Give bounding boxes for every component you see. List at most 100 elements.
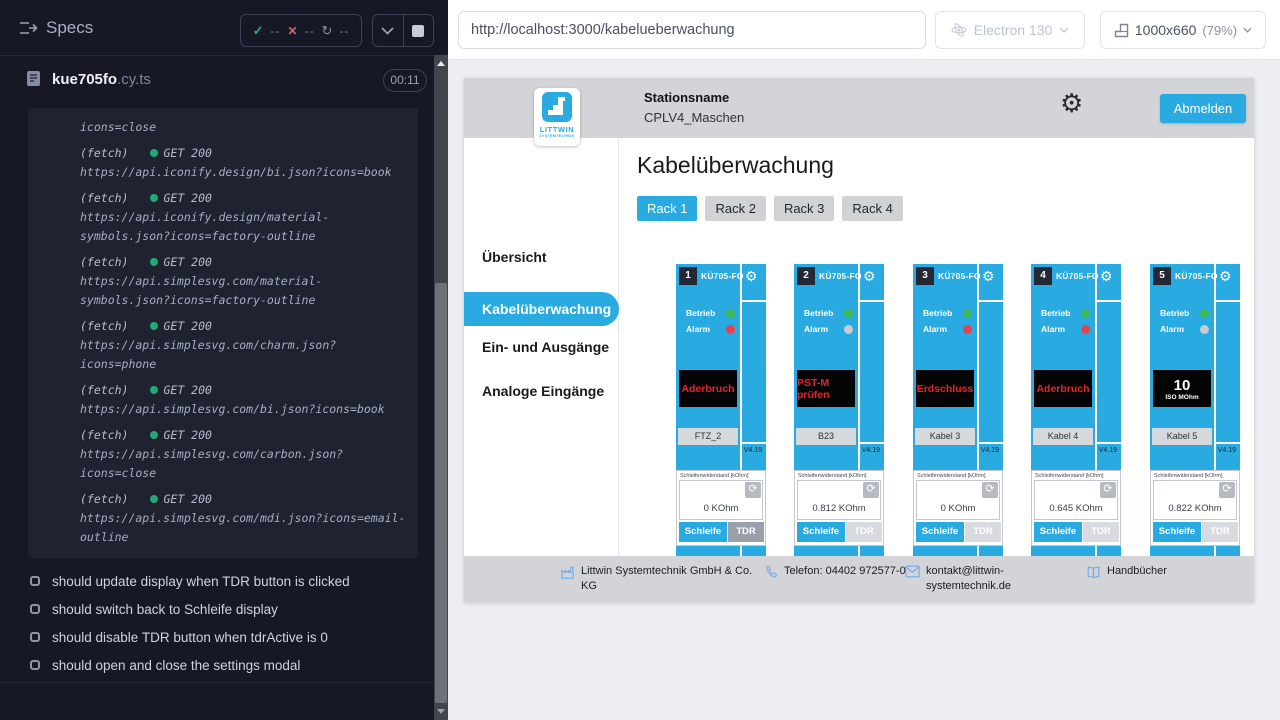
slot-number-badge: 3 xyxy=(916,267,934,285)
log-entry[interactable]: (fetch)GET 200 https://api.simplesvg.com… xyxy=(80,426,418,483)
device-settings-icon[interactable]: ⚙ xyxy=(863,269,876,283)
cable-name: Kabel 4 xyxy=(1033,428,1093,445)
test-item[interactable]: should open and close the settings modal xyxy=(0,654,434,682)
app-footer: Littwin Systemtechnik GmbH & Co. KG Tele… xyxy=(464,556,1254,602)
test-item[interactable]: should disable TDR button when tdrActive… xyxy=(0,626,434,654)
log-url: https://api.simplesvg.com/charm.json?ico… xyxy=(80,336,410,374)
tab-rack-3[interactable]: Rack 3 xyxy=(774,196,834,221)
browser-select[interactable]: Electron 130 xyxy=(935,11,1085,49)
status-display: Aderbruch xyxy=(1034,370,1092,407)
slot-number-badge: 5 xyxy=(1153,267,1171,285)
command-log: icons=close (fetch)GET 200 https://api.i… xyxy=(28,108,418,558)
log-entry[interactable]: (fetch)GET 200 https://api.iconify.desig… xyxy=(80,189,418,246)
sidebar-item-uebersicht[interactable]: Übersicht xyxy=(464,244,619,270)
url-input[interactable] xyxy=(458,11,926,49)
status-display: 10ISO MOhm xyxy=(1153,370,1211,407)
tab-rack-1[interactable]: Rack 1 xyxy=(637,196,697,221)
log-url: https://api.simplesvg.com/carbon.json?ic… xyxy=(80,445,410,483)
tdr-button[interactable]: TDR xyxy=(728,522,764,542)
tdr-button[interactable]: TDR xyxy=(846,522,882,542)
tab-rack-4[interactable]: Rack 4 xyxy=(842,196,902,221)
book-icon xyxy=(1086,565,1101,580)
sidebar-item-ein-und-ausgaenge[interactable]: Ein- und Ausgänge xyxy=(464,334,619,360)
spec-file-row[interactable]: kue705fo.cy.ts 00:11 xyxy=(0,56,434,104)
scrollbar-thumb[interactable] xyxy=(435,283,447,703)
alarm-led xyxy=(844,325,853,334)
firmware-version: V4.19 xyxy=(1095,447,1119,454)
resistance-label: Schleifenwiderstand [kOhm] xyxy=(680,473,765,479)
betrieb-label: Betrieb xyxy=(804,308,838,318)
log-entry[interactable]: (fetch)GET 200 https://api.simplesvg.com… xyxy=(80,381,418,419)
log-entry[interactable]: (fetch)GET 200 https://api.iconify.desig… xyxy=(80,144,418,182)
alarm-label: Alarm xyxy=(804,324,838,334)
app-header: Stationsname CPLV4_Maschen ⚙ Abmelden xyxy=(464,78,1254,138)
divider xyxy=(0,682,434,683)
log-entry[interactable]: (fetch)GET 200 https://api.simplesvg.com… xyxy=(80,490,418,547)
log-entry[interactable]: (fetch)GET 200 https://api.simplesvg.com… xyxy=(80,253,418,310)
viewport-select[interactable]: 1000x660 (79%) xyxy=(1100,11,1266,49)
betrieb-led xyxy=(1081,309,1090,318)
device-model: KÜ705-FO xyxy=(1056,271,1099,281)
device-card-4: 4 KÜ705-FO ⚙ Betrieb Alarm Aderbruch Kab… xyxy=(1031,264,1121,556)
scrollbar-track[interactable] xyxy=(434,55,448,720)
spec-timer: 00:11 xyxy=(383,69,427,92)
specs-link[interactable]: Specs xyxy=(46,18,93,38)
tab-rack-2[interactable]: Rack 2 xyxy=(705,196,765,221)
reporter-scrollbar xyxy=(434,0,448,720)
resistance-label: Schleifenwiderstand [kOhm] xyxy=(1035,473,1120,479)
test-item[interactable]: should update display when TDR button is… xyxy=(0,570,434,598)
refresh-icon[interactable]: ⟳ xyxy=(982,482,998,498)
device-settings-icon[interactable]: ⚙ xyxy=(1219,269,1232,283)
device-settings-icon[interactable]: ⚙ xyxy=(745,269,758,283)
betrieb-led xyxy=(844,309,853,318)
refresh-icon[interactable]: ⟳ xyxy=(863,482,879,498)
tdr-button[interactable]: TDR xyxy=(1202,522,1238,542)
stop-run-button[interactable] xyxy=(403,15,434,46)
log-overflow-line[interactable]: icons=close xyxy=(80,118,418,137)
firmware-version: V4.19 xyxy=(977,447,1001,454)
schleife-button[interactable]: Schleife xyxy=(797,522,845,542)
refresh-icon[interactable]: ⟳ xyxy=(1219,482,1235,498)
test-status-icon xyxy=(30,632,40,642)
alarm-led xyxy=(963,325,972,334)
alarm-label: Alarm xyxy=(923,324,957,334)
schleife-button[interactable]: Schleife xyxy=(1034,522,1082,542)
log-entry[interactable]: (fetch)GET 200 https://api.simplesvg.com… xyxy=(80,317,418,374)
scroll-up-icon[interactable] xyxy=(437,61,445,66)
log-url: https://api.simplesvg.com/material-symbo… xyxy=(80,272,410,310)
logout-button[interactable]: Abmelden xyxy=(1160,94,1246,123)
footer-manuals-link[interactable]: Handbücher xyxy=(1086,564,1167,580)
status-ok-icon xyxy=(150,149,158,157)
refresh-icon[interactable]: ⟳ xyxy=(745,482,761,498)
betrieb-led xyxy=(963,309,972,318)
refresh-icon[interactable]: ⟳ xyxy=(1100,482,1116,498)
betrieb-led xyxy=(1200,309,1209,318)
device-settings-icon[interactable]: ⚙ xyxy=(1100,269,1113,283)
schleife-button[interactable]: Schleife xyxy=(679,522,727,542)
sidebar-item-analoge-eingaenge[interactable]: Analoge Eingänge xyxy=(464,378,619,404)
slot-number-badge: 4 xyxy=(1034,267,1052,285)
schleife-button[interactable]: Schleife xyxy=(916,522,964,542)
test-stats: ✓ -- ✕ -- ↻ -- xyxy=(240,14,362,47)
status-ok-icon xyxy=(150,431,158,439)
tdr-button[interactable]: TDR xyxy=(965,522,1001,542)
settings-gear-icon[interactable]: ⚙ xyxy=(1060,90,1083,116)
resistance-value: 0.822 KOhm xyxy=(1154,503,1236,514)
collapse-button[interactable] xyxy=(373,15,403,46)
schleife-button[interactable]: Schleife xyxy=(1153,522,1201,542)
cable-name: FTZ_2 xyxy=(678,428,738,445)
device-settings-icon[interactable]: ⚙ xyxy=(982,269,995,283)
test-item[interactable]: should switch back to Schleife display xyxy=(0,598,434,626)
tdr-button[interactable]: TDR xyxy=(1083,522,1119,542)
spec-file-icon xyxy=(26,70,41,92)
status-display: Erdschluss xyxy=(916,370,974,407)
chevron-down-icon xyxy=(381,27,394,35)
test-status-icon xyxy=(30,576,40,586)
scroll-down-icon[interactable] xyxy=(437,709,445,714)
sidebar-item-kabelueberwachung[interactable]: Kabelüberwachung xyxy=(464,292,619,326)
sidebar-toggle-icon[interactable] xyxy=(18,20,38,41)
log-url: https://api.iconify.design/bi.json?icons… xyxy=(80,163,410,182)
resistance-section: Schleifenwiderstand [kOhm] ⟳ 0.822 KOhm … xyxy=(1150,470,1240,546)
cable-name: B23 xyxy=(796,428,856,445)
resistance-display: ⟳ 0.822 KOhm xyxy=(1153,480,1237,520)
